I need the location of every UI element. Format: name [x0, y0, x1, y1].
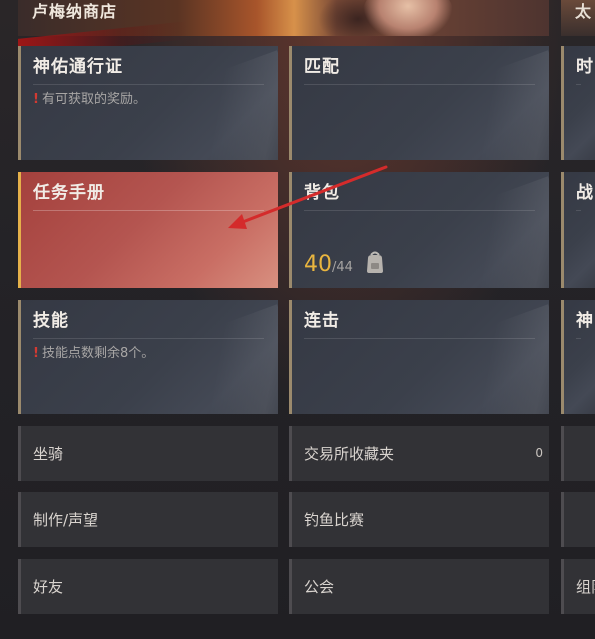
match-tile[interactable]: 匹配: [289, 46, 549, 160]
right-banner[interactable]: 太: [561, 0, 595, 36]
right-tile-row2[interactable]: 战: [561, 172, 595, 288]
trade-favorites-count: 0: [535, 446, 543, 460]
right-tile-row3-title: 神: [576, 306, 593, 339]
crafting-reputation-button[interactable]: 制作/声望: [18, 492, 278, 547]
battle-pass-tile[interactable]: 神佑通行证 ! 有可获取的奖励。: [18, 46, 278, 160]
right-tile-row1[interactable]: 时: [561, 46, 595, 160]
exclamation-icon: !: [33, 92, 39, 107]
inventory-capacity: 40/44: [304, 250, 386, 278]
combo-title: 连击: [304, 306, 535, 339]
quest-journal-tile[interactable]: 任务手册: [18, 172, 278, 288]
right-small-row1[interactable]: [561, 426, 595, 481]
friends-label: 好友: [33, 578, 64, 596]
exclamation-icon: !: [33, 346, 39, 361]
backpack-icon: [364, 250, 386, 278]
skills-notice: ! 技能点数剩余8个。: [33, 342, 154, 361]
shop-banner-title: 卢梅纳商店: [32, 2, 118, 21]
skills-notice-text: 技能点数剩余8个。: [41, 346, 155, 361]
trade-favorites-label: 交易所收藏夹: [304, 445, 395, 463]
right-banner-title: 太: [575, 2, 592, 21]
guild-button[interactable]: 公会: [289, 559, 549, 614]
right-small-row3-label: 组队: [576, 578, 595, 596]
crafting-reputation-label: 制作/声望: [33, 511, 99, 529]
inventory-max: 44: [336, 260, 353, 275]
battle-pass-notice-text: 有可获取的奖励。: [41, 92, 146, 107]
guild-label: 公会: [304, 578, 335, 596]
right-tile-row2-title: 战: [576, 178, 593, 211]
banner-character: [363, 0, 453, 36]
mount-button[interactable]: 坐骑: [18, 426, 278, 481]
inventory-title: 背包: [304, 178, 535, 211]
match-title: 匹配: [304, 52, 535, 85]
inventory-tile[interactable]: 背包 40/44: [289, 172, 549, 288]
quest-journal-title: 任务手册: [33, 178, 264, 211]
skills-tile[interactable]: 技能 ! 技能点数剩余8个。: [18, 300, 278, 414]
fishing-contest-label: 钓鱼比赛: [304, 511, 365, 529]
right-small-row3[interactable]: 组队: [561, 559, 595, 614]
mount-label: 坐骑: [33, 445, 64, 463]
inventory-current: 40: [304, 252, 332, 277]
right-tile-row1-title: 时: [576, 52, 593, 85]
battle-pass-title: 神佑通行证: [33, 52, 264, 85]
battle-pass-notice: ! 有可获取的奖励。: [33, 88, 146, 107]
friends-button[interactable]: 好友: [18, 559, 278, 614]
fishing-contest-button[interactable]: 钓鱼比赛: [289, 492, 549, 547]
right-small-row2[interactable]: [561, 492, 595, 547]
combo-tile[interactable]: 连击: [289, 300, 549, 414]
skills-title: 技能: [33, 306, 264, 339]
trade-favorites-button[interactable]: 交易所收藏夹 0: [289, 426, 549, 481]
right-tile-row3[interactable]: 神: [561, 300, 595, 414]
